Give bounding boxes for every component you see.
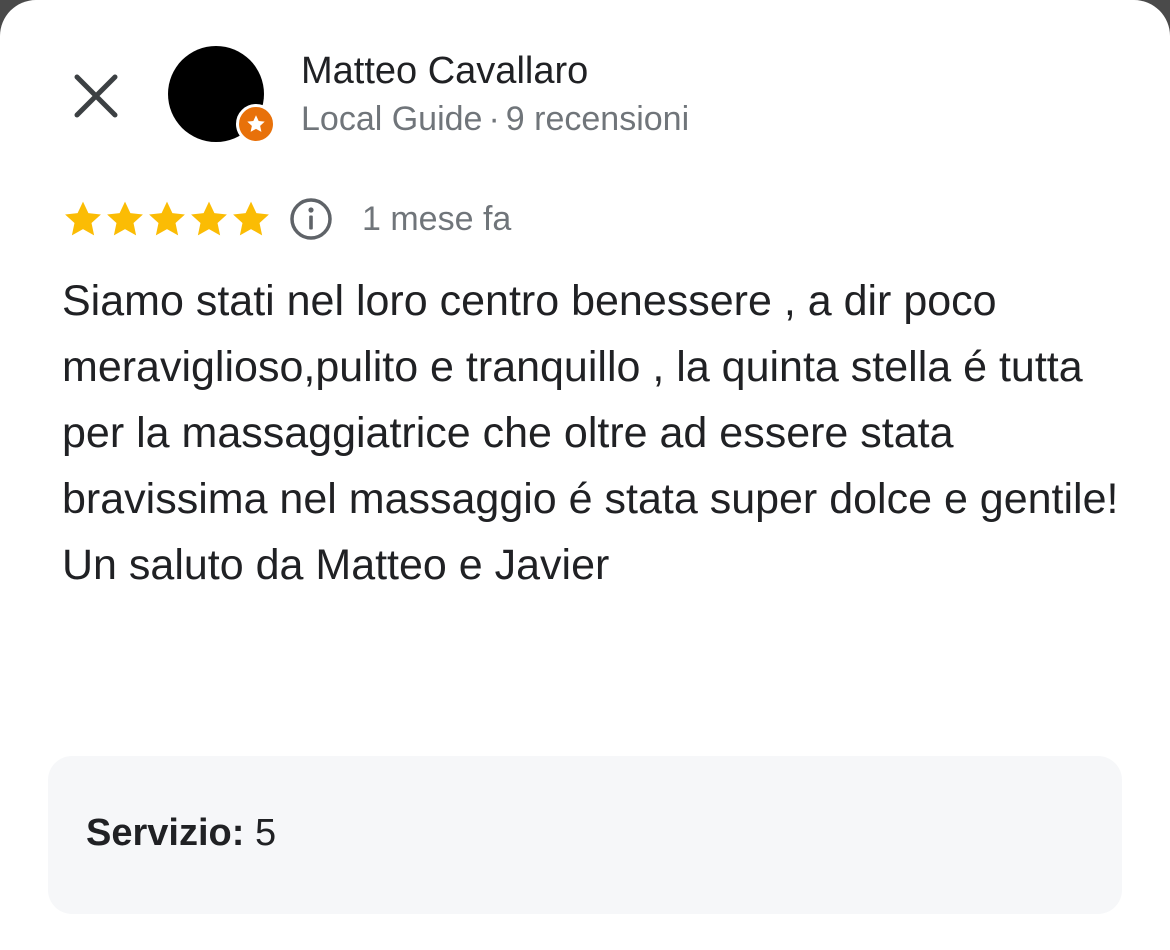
star-icon (65, 201, 101, 236)
author-meta: Local Guide · 9 recensioni (301, 100, 689, 139)
review-sheet: Matteo Cavallaro Local Guide · 9 recension… (0, 0, 1170, 950)
review-text: Siamo stati nel loro centro benessere , … (62, 277, 1119, 589)
service-value: 5 (254, 812, 277, 854)
author-name[interactable]: Matteo Cavallaro (301, 50, 588, 93)
close-icon (74, 74, 118, 118)
attribute-ratings-card: Servizio: 5 (48, 756, 1122, 914)
service-rating: Servizio: 5 (86, 812, 276, 855)
star-rating (62, 199, 272, 239)
star-icon (107, 201, 143, 236)
star-icon (149, 201, 185, 236)
service-label: Servizio: (86, 812, 245, 854)
rating-row: 1 mese fa (62, 196, 511, 242)
review-count: 9 recensioni (505, 100, 690, 138)
local-guide-star-icon (236, 104, 276, 144)
review-date: 1 mese fa (362, 199, 512, 238)
close-button[interactable] (64, 64, 128, 128)
info-icon[interactable] (288, 196, 334, 242)
star-icon (233, 201, 269, 236)
meta-separator: · (488, 100, 500, 138)
star-icon (191, 201, 227, 236)
author-level: Local Guide (301, 100, 483, 138)
